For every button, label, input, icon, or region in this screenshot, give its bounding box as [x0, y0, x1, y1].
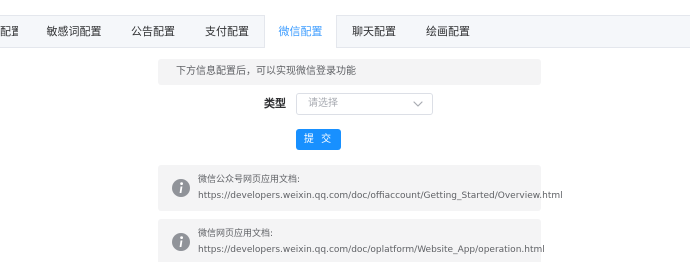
- config-tabs: 配置 敏感词配置 公告配置 支付配置 微信配置 聊天配置 绘画配置: [0, 15, 690, 48]
- tab-sensitive-words[interactable]: 敏感词配置: [45, 16, 103, 48]
- doc-alert-website-app: 微信网页应用文档: https://developers.weixin.qq.c…: [158, 219, 545, 262]
- wechat-config-page: 配置 敏感词配置 公告配置 支付配置 微信配置 聊天配置 绘画配置 下方信息配置…: [0, 0, 690, 262]
- doc-link[interactable]: https://developers.weixin.qq.com/doc/off…: [198, 190, 563, 203]
- doc-title: 微信公众号网页应用文档:: [198, 175, 301, 185]
- tab-wechat[interactable]: 微信配置: [264, 15, 337, 48]
- info-icon: [172, 233, 190, 251]
- tab-config[interactable]: 配置: [0, 16, 18, 48]
- doc-link[interactable]: https://developers.weixin.qq.com/doc/opl…: [198, 244, 545, 257]
- wechat-login-notice: 下方信息配置后，可以实现微信登录功能: [158, 59, 541, 85]
- notice-text: 下方信息配置后，可以实现微信登录功能: [176, 66, 356, 77]
- doc-title: 微信网页应用文档:: [198, 229, 274, 239]
- tab-drawing[interactable]: 绘画配置: [425, 16, 471, 48]
- tab-payment[interactable]: 支付配置: [204, 16, 250, 48]
- tab-chat[interactable]: 聊天配置: [351, 16, 397, 48]
- type-label: 类型: [264, 97, 286, 110]
- chevron-down-icon: [413, 101, 423, 107]
- tab-announcement[interactable]: 公告配置: [130, 16, 176, 48]
- type-select-placeholder: 请选择: [308, 98, 338, 109]
- info-icon: [172, 179, 190, 197]
- type-select[interactable]: 请选择: [296, 93, 433, 115]
- submit-button[interactable]: 提 交: [296, 129, 341, 150]
- doc-alert-official-account: 微信公众号网页应用文档: https://developers.weixin.q…: [158, 165, 563, 211]
